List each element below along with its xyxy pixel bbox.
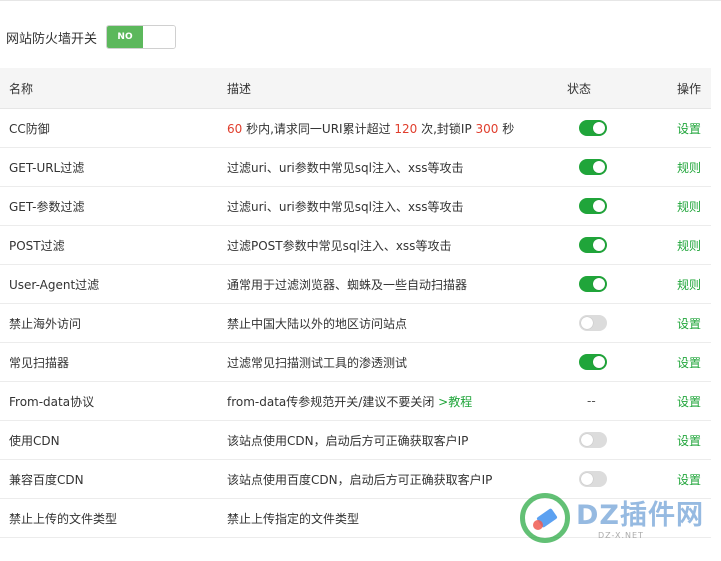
header-name: 名称: [0, 68, 227, 109]
watermark-logo-icon: [520, 493, 570, 543]
rule-name: POST过滤: [0, 225, 227, 265]
table-row: GET-参数过滤 过滤uri、uri参数中常见sql注入、xss等攻击 规则: [0, 186, 711, 226]
watermark-text: DZ插件网: [576, 500, 704, 531]
table-row: User-Agent过滤 通常用于过滤浏览器、蜘蛛及一些自动扫描器 规则: [0, 264, 711, 304]
rule-description: 禁止中国大陆以外的地区访问站点: [227, 303, 567, 343]
cc-seconds: 60: [227, 121, 243, 136]
action-link[interactable]: 规则: [663, 225, 711, 265]
action-link[interactable]: 设置: [663, 342, 711, 382]
top-divider: [0, 0, 721, 1]
formdata-desc-text: from-data传参规范开关/建议不要关闭: [227, 394, 435, 409]
table-row: 使用CDN 该站点使用CDN，启动后方可正确获取客户IP 设置: [0, 420, 711, 460]
status-placeholder: --: [587, 394, 596, 408]
table-row: GET-URL过滤 过滤uri、uri参数中常见sql注入、xss等攻击 规则: [0, 147, 711, 187]
rule-description: 禁止上传指定的文件类型: [227, 498, 567, 538]
table-row: From-data协议 from-data传参规范开关/建议不要关闭 >教程 -…: [0, 381, 711, 421]
rule-name: User-Agent过滤: [0, 264, 227, 304]
watermark-subtext: DZ-X.NET: [598, 531, 644, 540]
rule-description: 60 秒内,请求同一URI累计超过 120 次,封锁IP 300 秒: [227, 108, 567, 148]
rule-description: 过滤POST参数中常见sql注入、xss等攻击: [227, 225, 567, 265]
status-toggle[interactable]: [579, 159, 607, 175]
rule-description: 过滤uri、uri参数中常见sql注入、xss等攻击: [227, 186, 567, 226]
status-toggle[interactable]: [579, 237, 607, 253]
firewall-switch[interactable]: NO: [106, 25, 177, 49]
action-link[interactable]: 设置: [663, 381, 711, 421]
action-link[interactable]: 规则: [663, 186, 711, 226]
action-link[interactable]: 设置: [663, 420, 711, 460]
table-header-row: 名称 描述 状态 操作: [0, 68, 711, 109]
rule-name: 使用CDN: [0, 420, 227, 460]
rule-name: 禁止上传的文件类型: [0, 498, 227, 538]
status-toggle[interactable]: [579, 315, 607, 331]
status-toggle[interactable]: [579, 198, 607, 214]
status-toggle[interactable]: [579, 276, 607, 292]
table-row: 禁止海外访问 禁止中国大陆以外的地区访问站点 设置: [0, 303, 711, 343]
action-link[interactable]: 规则: [663, 264, 711, 304]
rule-name: From-data协议: [0, 381, 227, 421]
header-action: 操作: [663, 68, 711, 109]
firewall-toggle-row: 网站防火墙开关 NO: [6, 24, 177, 50]
rule-description: 通常用于过滤浏览器、蜘蛛及一些自动扫描器: [227, 264, 567, 304]
status-toggle[interactable]: [579, 354, 607, 370]
rule-name: 常见扫描器: [0, 342, 227, 382]
cc-desc-text: 秒内,请求同一URI累计超过: [242, 121, 395, 136]
table-row: 常见扫描器 过滤常见扫描测试工具的渗透测试 设置: [0, 342, 711, 382]
cc-desc-text-3: 秒: [498, 121, 515, 136]
cc-count: 120: [394, 121, 418, 136]
firewall-switch-knob: [143, 26, 176, 48]
action-link[interactable]: 设置: [663, 303, 711, 343]
rule-description: 过滤uri、uri参数中常见sql注入、xss等攻击: [227, 147, 567, 187]
rule-name: GET-参数过滤: [0, 186, 227, 226]
table-row: CC防御 60 秒内,请求同一URI累计超过 120 次,封锁IP 300 秒 …: [0, 108, 711, 148]
tutorial-link[interactable]: >教程: [438, 395, 472, 409]
table-row: POST过滤 过滤POST参数中常见sql注入、xss等攻击 规则: [0, 225, 711, 265]
rule-name: 兼容百度CDN: [0, 459, 227, 499]
status-toggle[interactable]: [579, 432, 607, 448]
rules-table: 名称 描述 状态 操作 CC防御 60 秒内,请求同一URI累计超过 120 次…: [0, 68, 711, 538]
rule-description: 该站点使用CDN，启动后方可正确获取客户IP: [227, 420, 567, 460]
rule-name: 禁止海外访问: [0, 303, 227, 343]
header-status: 状态: [567, 68, 663, 109]
action-link[interactable]: 设置: [663, 108, 711, 148]
firewall-switch-state: NO: [107, 26, 144, 48]
rule-description: 过滤常见扫描测试工具的渗透测试: [227, 342, 567, 382]
action-link[interactable]: 规则: [663, 147, 711, 187]
watermark: DZ插件网 DZ-X.NET: [520, 493, 721, 553]
rule-description: 该站点使用百度CDN，启动后方可正确获取客户IP: [227, 459, 567, 499]
rule-name: GET-URL过滤: [0, 147, 227, 187]
firewall-label: 网站防火墙开关: [6, 31, 98, 47]
status-toggle[interactable]: [579, 120, 607, 136]
cc-desc-text-2: 次,封锁IP: [417, 121, 476, 136]
cc-ban-seconds: 300: [475, 121, 499, 136]
status-toggle[interactable]: [579, 471, 607, 487]
header-description: 描述: [227, 68, 567, 109]
rule-description: from-data传参规范开关/建议不要关闭 >教程: [227, 381, 567, 421]
rule-name: CC防御: [0, 108, 227, 148]
